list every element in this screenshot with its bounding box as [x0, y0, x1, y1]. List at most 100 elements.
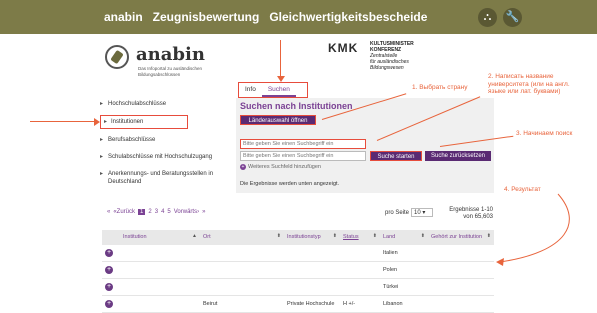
search-start-button[interactable]: Suche starten	[370, 151, 422, 161]
table-header-ort[interactable]: Ort ⬍	[200, 230, 284, 245]
results-table: Institution ▲ Ort ⬍ Institutionstyp ⬍ Statu…	[102, 230, 494, 313]
sidebar-item-hochschulabschluesse[interactable]: Hochschulabschlüsse	[100, 100, 228, 108]
pager-prev[interactable]: «Zurück	[113, 209, 135, 215]
sidebar-item-institutionen[interactable]: Institutionen	[100, 115, 188, 129]
row-expand-cell: +	[102, 245, 120, 261]
sidebar: Hochschulabschlüsse Institutionen Berufs…	[100, 100, 228, 186]
table-row: + Polen	[102, 262, 494, 279]
sort-icon: ⬍	[372, 233, 377, 239]
table-row: + Italien	[102, 245, 494, 262]
cell-gehoert	[428, 279, 494, 295]
table-header-status[interactable]: Status ⬍	[340, 230, 380, 245]
cell-typ: Private Hochschule	[287, 301, 335, 307]
cell-ort	[200, 279, 284, 295]
cell-land: Polen	[383, 267, 398, 273]
cell-institution	[120, 296, 200, 312]
cell-typ	[284, 262, 340, 278]
table-header-land[interactable]: Land ⬍	[380, 230, 428, 245]
per-page-control: pro Seite 10 ▾	[385, 208, 434, 217]
header-label: Institution	[123, 234, 147, 240]
cell-gehoert	[428, 296, 494, 312]
cell-gehoert	[428, 245, 494, 261]
row-expand-cell: +	[102, 262, 120, 278]
cell-institution	[120, 279, 200, 295]
search-input-name[interactable]: Bitte geben Sie einen Suchbegriff ein	[240, 139, 366, 149]
table-row: + Beirut Private Hochschule H +/- Libano…	[102, 296, 494, 313]
pager-next[interactable]: Vorwärts›	[174, 209, 199, 215]
cell-land: Italien	[383, 250, 398, 256]
plus-icon: +	[240, 164, 246, 170]
arrowhead-sidebar	[94, 118, 100, 126]
cell-ort	[200, 245, 284, 261]
pager-page-4[interactable]: 4	[161, 209, 164, 215]
nav-anabin[interactable]: anabin	[104, 10, 143, 24]
annotation-arrow-4	[496, 193, 570, 266]
cell-status	[340, 245, 380, 261]
results-note: Die Ergebnisse werden unten angezeigt.	[240, 181, 340, 187]
table-header-institution[interactable]: Institution ▲	[120, 230, 200, 245]
expand-plus-icon[interactable]: +	[105, 300, 113, 308]
table-header-typ[interactable]: Institutionstyp ⬍	[284, 230, 340, 245]
pager-page-3[interactable]: 3	[155, 209, 158, 215]
cell-land: Türkei	[383, 284, 399, 290]
add-search-field-link[interactable]: + Weiteres Suchfeld hinzufügen	[240, 164, 321, 170]
annotation-1: 1. Выбрать страну	[412, 84, 468, 91]
cell-institution	[120, 262, 200, 278]
cell-ort	[200, 262, 284, 278]
pager-page-1[interactable]: 1	[138, 209, 146, 215]
anabin-logo-icon	[105, 45, 129, 69]
annotation-3: 3. Начинаем поиск	[516, 130, 573, 137]
cell-typ	[284, 279, 340, 295]
annotation-2: 2. Написать название университета (или н…	[488, 73, 570, 95]
sort-icon: ⬍	[276, 233, 281, 239]
nav-gleichwertigkeitsbescheide[interactable]: Gleichwertigkeitsbescheide	[269, 10, 427, 24]
cell-gehoert	[428, 262, 494, 278]
top-nav: anabin Zeugnisbewertung Gleichwertigkeit…	[104, 10, 427, 24]
nav-zeugnisbewertung[interactable]: Zeugnisbewertung	[153, 10, 260, 24]
search-input-secondary[interactable]: Bitte geben Sie einen Suchbegriff ein	[240, 151, 366, 161]
arrowhead-tabs	[277, 76, 285, 82]
row-expand-cell: +	[102, 279, 120, 295]
header-label: Institutionstyp	[287, 234, 321, 240]
logo-subtitle: Das Infoportal zu ausländischen Bildungs…	[138, 66, 203, 77]
expand-plus-icon[interactable]: +	[105, 283, 113, 291]
per-page-select[interactable]: 10 ▾	[411, 208, 434, 217]
tab-info[interactable]: Info	[239, 83, 262, 97]
pager-page-5[interactable]: 5	[167, 209, 170, 215]
cell-status	[340, 262, 380, 278]
header-label: Land	[383, 234, 396, 240]
search-reset-button[interactable]: Suche zurücksetzen	[425, 151, 491, 161]
pager-last[interactable]: »	[202, 209, 205, 215]
table-body: + Italien + Polen + Türkei + Beirut Priv…	[102, 245, 494, 313]
pager-first[interactable]: «	[107, 209, 110, 215]
sort-asc-icon: ▲	[192, 233, 197, 239]
tab-bar: Info Suchen	[238, 82, 308, 98]
annotation-arrow-sidebar	[30, 121, 96, 122]
table-header-gehoert[interactable]: Gehört zur Institution ⬍	[428, 230, 494, 245]
cell-status: H +/-	[343, 301, 356, 307]
cell-land: Libanon	[383, 301, 403, 307]
sitemap-icon[interactable]: ⛬	[478, 8, 497, 27]
pager-page-2[interactable]: 2	[148, 209, 151, 215]
header-label: Status	[343, 234, 359, 240]
country-select-button[interactable]: Länderauswahl öffnen	[240, 115, 316, 125]
expand-plus-icon[interactable]: +	[105, 266, 113, 274]
per-page-value: 10	[414, 210, 421, 216]
expand-plus-icon[interactable]: +	[105, 249, 113, 257]
cell-typ	[284, 245, 340, 261]
pagination: « «Zurück 1 2 3 4 5 Vorwärts› »	[107, 209, 205, 215]
table-header-expand	[102, 230, 120, 245]
wrench-icon[interactable]: 🔧	[503, 8, 522, 27]
sort-icon: ⬍	[332, 233, 337, 239]
row-expand-cell: +	[102, 296, 120, 312]
add-search-field-label: Weiteres Suchfeld hinzufügen	[248, 164, 321, 170]
tab-suchen[interactable]: Suchen	[261, 83, 296, 97]
sidebar-item-anerkennungsstellen[interactable]: Anerkennungs- und Beratungsstellen in De…	[100, 170, 215, 186]
kmk-text: KULTUSMINISTER KONFERENZ Zentralstelle f…	[370, 41, 440, 71]
kmk-line5: Bildungswesen	[370, 65, 404, 71]
table-row: + Türkei	[102, 279, 494, 296]
cell-institution	[120, 245, 200, 261]
sidebar-item-berufsabschluesse[interactable]: Berufsabschlüsse	[100, 136, 228, 144]
sidebar-item-schulabschluesse[interactable]: Schulabschlüsse mit Hochschulzugang	[100, 153, 228, 161]
logo-name: anabin	[136, 44, 205, 65]
